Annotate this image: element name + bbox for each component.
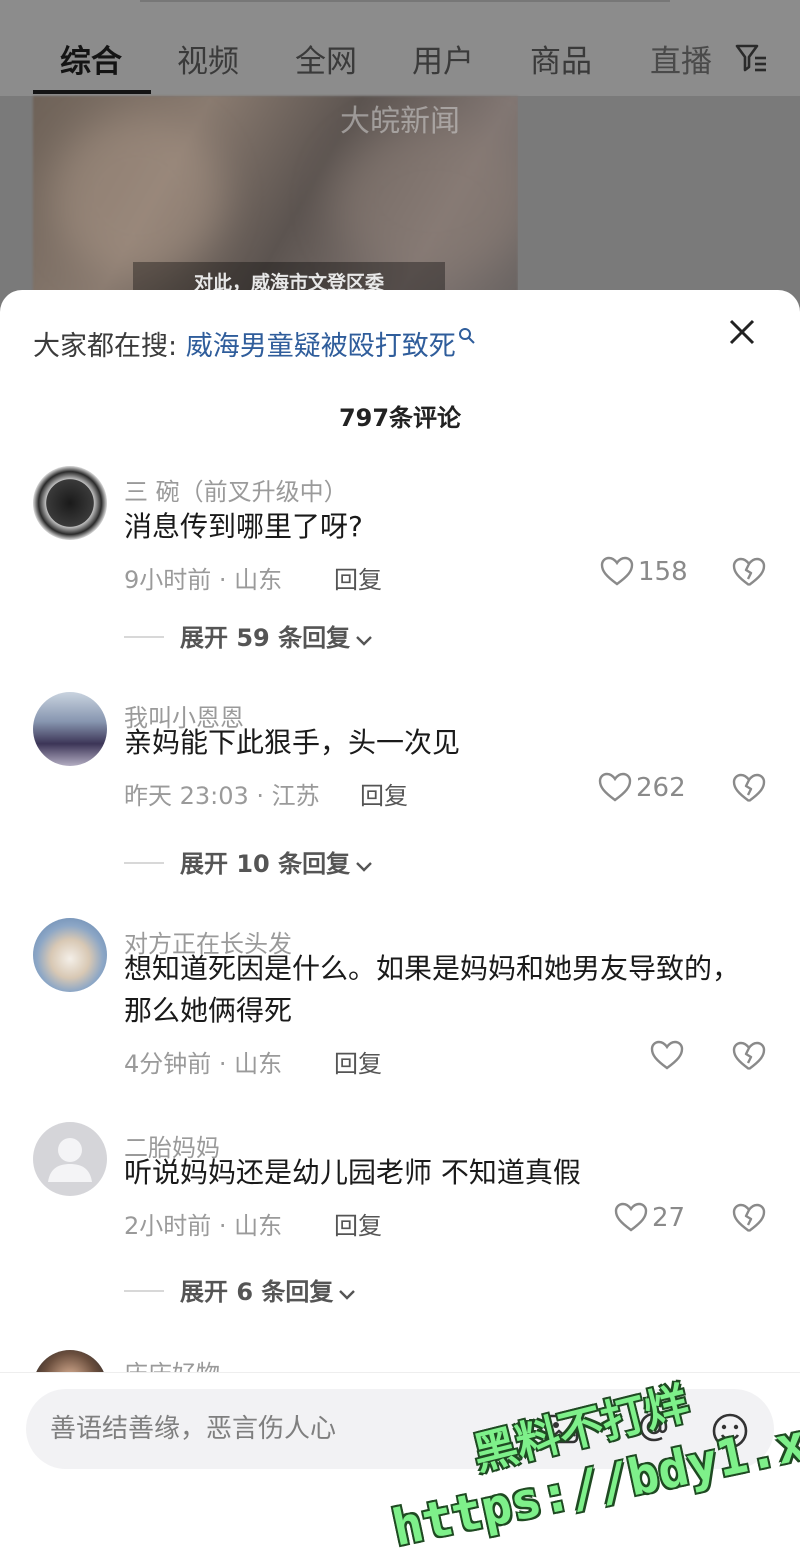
expand-replies-label: 展开 10 条回复 bbox=[180, 850, 351, 878]
filter-icon[interactable] bbox=[733, 40, 769, 76]
tab-live[interactable]: 直播 bbox=[650, 36, 712, 81]
heart-icon bbox=[650, 1040, 684, 1070]
like-button[interactable]: 27 bbox=[614, 1202, 685, 1233]
like-count: 158 bbox=[638, 557, 688, 587]
tab-video[interactable]: 视频 bbox=[177, 36, 239, 81]
like-count: 262 bbox=[636, 773, 686, 803]
broken-heart-icon[interactable] bbox=[732, 556, 766, 588]
active-tab-indicator bbox=[33, 90, 151, 94]
comment-meta: 9小时前 · 山东 bbox=[124, 566, 283, 594]
like-count: 27 bbox=[652, 1203, 686, 1233]
comment-author[interactable]: 三 碗（前叉升级中） bbox=[124, 472, 348, 507]
comment-input[interactable] bbox=[50, 1407, 530, 1451]
expand-replies-button[interactable]: 展开 10 条回复 bbox=[124, 844, 374, 879]
video-watermark: 大皖新闻 bbox=[340, 104, 460, 139]
broken-heart-icon[interactable] bbox=[732, 1202, 766, 1234]
background-panel bbox=[518, 96, 800, 296]
avatar[interactable] bbox=[33, 918, 107, 992]
reply-button[interactable]: 回复 bbox=[334, 1206, 382, 1241]
search-suggestion-prefix: 大家都在搜: bbox=[33, 331, 178, 362]
heart-icon bbox=[598, 772, 632, 802]
comment-count: 797条评论 bbox=[338, 404, 462, 432]
comment-meta: 昨天 23:03 · 江苏 bbox=[124, 782, 320, 810]
expand-replies-button[interactable]: 展开 59 条回复 bbox=[124, 618, 374, 653]
search-suggestion-link[interactable]: 威海男童疑被殴打致死 bbox=[186, 331, 456, 362]
search-icon bbox=[458, 328, 475, 344]
chevron-down-icon bbox=[339, 1290, 356, 1300]
tab-users[interactable]: 用户 bbox=[412, 36, 474, 81]
like-button[interactable]: 262 bbox=[598, 772, 686, 803]
comment-text: 想知道死因是什么。如果是妈妈和她男友导致的，那么她俩得死 bbox=[124, 952, 741, 1027]
avatar[interactable] bbox=[33, 466, 107, 540]
expand-replies-button[interactable]: 展开 6 条回复 bbox=[124, 1272, 357, 1307]
tab-whole-web[interactable]: 全网 bbox=[295, 36, 357, 81]
comments-sheet: 大家都在搜: 威海男童疑被殴打致死 797条评论 三 碗（前叉升级中） 消息传到… bbox=[0, 290, 800, 1556]
broken-heart-icon[interactable] bbox=[732, 772, 766, 804]
comment-text: 消息传到哪里了呀? bbox=[124, 510, 363, 543]
comment-text: 听说妈妈还是幼儿园老师 不知道真假 bbox=[124, 1156, 581, 1189]
reply-button[interactable]: 回复 bbox=[360, 776, 408, 811]
close-icon[interactable] bbox=[724, 314, 760, 350]
reply-button[interactable]: 回复 bbox=[334, 560, 382, 595]
chevron-down-icon bbox=[356, 636, 372, 646]
search-suggestion: 大家都在搜: 威海男童疑被殴打致死 bbox=[33, 324, 476, 363]
tab-comprehensive[interactable]: 综合 bbox=[60, 36, 122, 81]
chevron-down-icon bbox=[356, 862, 372, 872]
comment-meta: 2小时前 · 山东 bbox=[124, 1212, 283, 1240]
tab-products[interactable]: 商品 bbox=[530, 36, 592, 81]
like-button[interactable] bbox=[650, 1040, 688, 1071]
expand-replies-label: 展开 6 条回复 bbox=[180, 1278, 334, 1306]
comment-text: 亲妈能下此狠手，头一次见 bbox=[124, 726, 461, 759]
avatar[interactable] bbox=[33, 1122, 107, 1196]
heart-icon bbox=[614, 1202, 648, 1232]
reply-button[interactable]: 回复 bbox=[334, 1044, 382, 1079]
broken-heart-icon[interactable] bbox=[732, 1040, 766, 1072]
comment-meta: 4分钟前 · 山东 bbox=[124, 1050, 283, 1078]
status-bar-edge bbox=[140, 0, 670, 2]
default-avatar-icon bbox=[48, 1138, 92, 1182]
heart-icon bbox=[600, 556, 634, 586]
expand-replies-label: 展开 59 条回复 bbox=[180, 624, 351, 652]
search-tabs: 综合 视频 全网 用户 商品 直播 bbox=[0, 30, 800, 90]
like-button[interactable]: 158 bbox=[600, 556, 688, 587]
avatar[interactable] bbox=[33, 692, 107, 766]
